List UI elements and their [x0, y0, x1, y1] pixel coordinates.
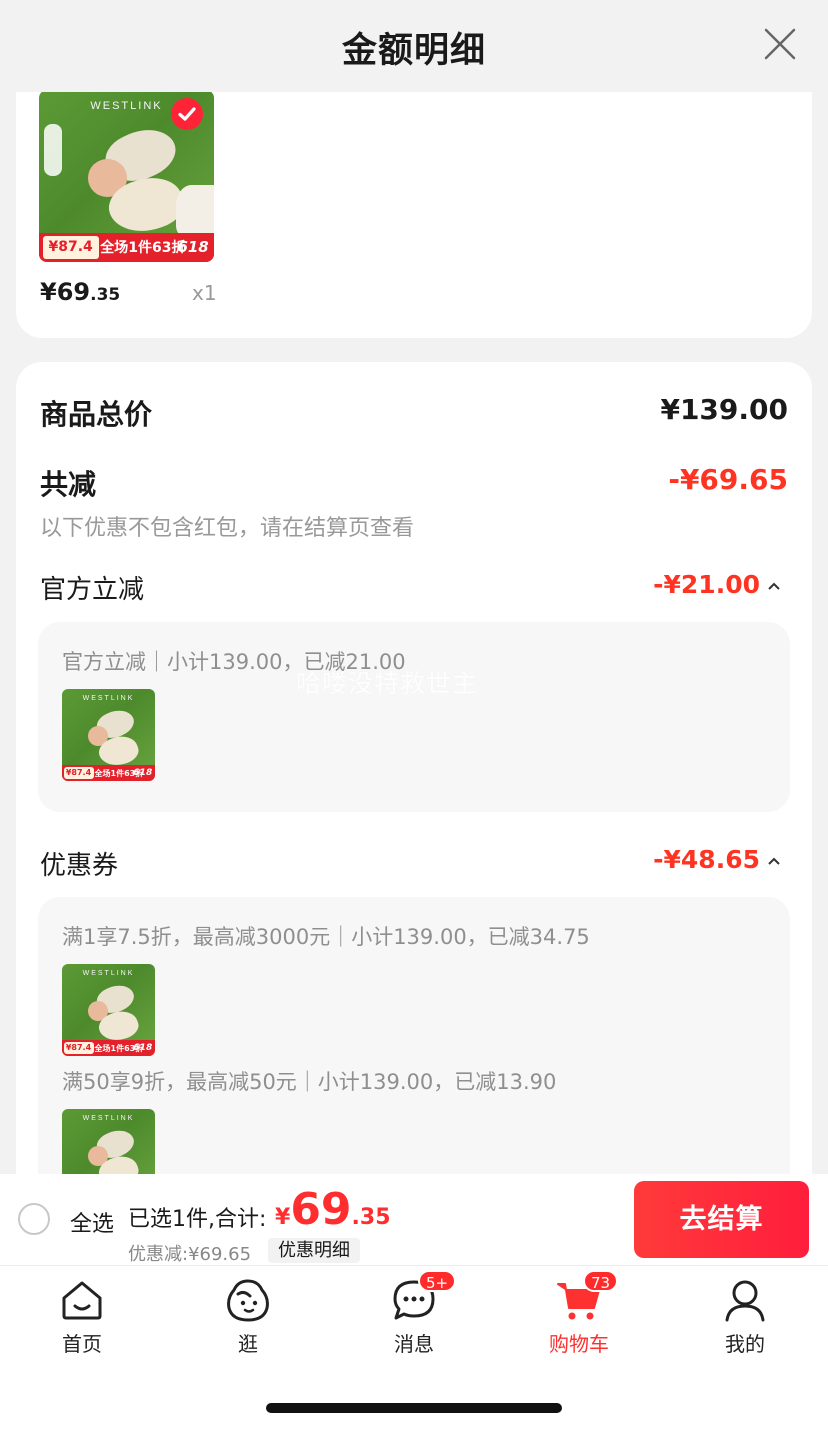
coupon-value[interactable]: -¥48.65	[653, 845, 760, 874]
reduce-label: 共减	[40, 468, 97, 501]
official-item-thumbnail: WESTLINK ¥87.4 全场1件63折 618	[62, 689, 155, 781]
coupon-label: 优惠券	[40, 851, 119, 881]
home-icon	[58, 1276, 106, 1324]
message-icon: 5+	[390, 1270, 457, 1324]
tab-home[interactable]: 首页	[22, 1276, 142, 1357]
discount-detail-button[interactable]: 优惠明细	[268, 1238, 360, 1263]
promo-text: 全场1件63折	[100, 240, 186, 256]
tab-profile[interactable]: 我的	[685, 1276, 805, 1357]
modal-header: 金额明细	[0, 0, 828, 92]
cart-icon: 73	[555, 1270, 619, 1324]
tab-messages[interactable]: 5+ 消息	[354, 1270, 474, 1357]
chevron-up-icon[interactable]	[766, 855, 782, 867]
item-price: ¥69.35	[40, 278, 121, 306]
total-price: ¥69.35	[275, 1184, 391, 1235]
face-icon	[224, 1276, 272, 1324]
official-reduction-label: 官方立减	[40, 575, 145, 605]
official-reduction-value[interactable]: -¥21.00	[653, 570, 760, 599]
coupon-item-thumbnail: WESTLINK ¥87.4 全场1件63折 618	[62, 964, 155, 1056]
select-all-radio[interactable]	[18, 1203, 50, 1235]
selected-count: 已选1件,合计:	[128, 1207, 267, 1232]
select-all-label[interactable]: 全选	[70, 1206, 114, 1238]
total-value: ¥139.00	[660, 393, 788, 426]
tag-618: 618	[177, 238, 209, 256]
cart-badge: 73	[583, 1270, 619, 1292]
tab-browse[interactable]: 逛	[188, 1276, 308, 1357]
checkout-button[interactable]: 去结算	[634, 1181, 809, 1258]
watermark-text: 哈喽没特救世主	[296, 669, 479, 698]
total-label: 商品总价	[40, 398, 153, 431]
promo-price: ¥87.4	[42, 236, 99, 259]
chevron-up-icon[interactable]	[766, 580, 782, 592]
coupon-line-2: 满50享9折，最高减50元｜小计139.00，已减13.90	[62, 1070, 557, 1094]
reduce-value: -¥69.65	[668, 463, 788, 496]
user-icon	[721, 1276, 769, 1324]
message-badge: 5+	[418, 1270, 457, 1292]
discount-hint: 以下优惠不包含红包，请在结算页查看	[40, 516, 415, 541]
home-indicator	[266, 1403, 562, 1413]
discount-amount: 优惠减:¥69.65	[128, 1244, 252, 1265]
coupon-line-1: 满1享7.5折，最高减3000元｜小计139.00，已减34.75	[62, 925, 590, 949]
tab-cart[interactable]: 73 购物车	[519, 1270, 639, 1357]
page-title: 金额明细	[341, 31, 486, 71]
close-icon[interactable]	[762, 26, 798, 62]
selected-check-icon[interactable]	[171, 98, 203, 130]
item-quantity: x1	[192, 281, 217, 305]
